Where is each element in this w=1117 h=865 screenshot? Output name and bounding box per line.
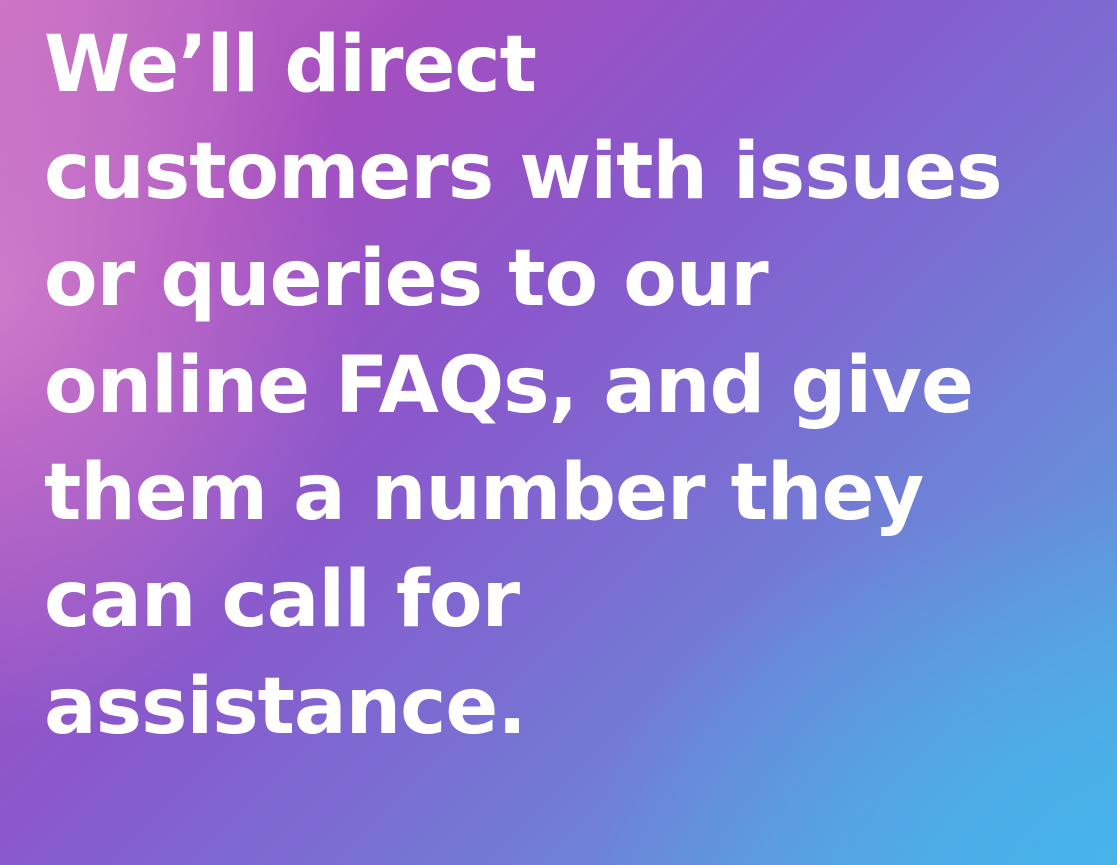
headline-line-1: We’ll direct bbox=[44, 20, 537, 110]
headline-line-4: online FAQs, and give bbox=[44, 341, 974, 431]
headline-line-5: them a number they bbox=[44, 448, 924, 538]
headline-line-2: customers with issues bbox=[44, 127, 1003, 217]
headline-line-3: or queries to our bbox=[44, 234, 769, 324]
headline-line-7: assistance. bbox=[44, 662, 527, 752]
headline-line-6: can call for bbox=[44, 555, 520, 645]
headline-text: We’ll direct customers with issues or qu… bbox=[44, 12, 1104, 761]
